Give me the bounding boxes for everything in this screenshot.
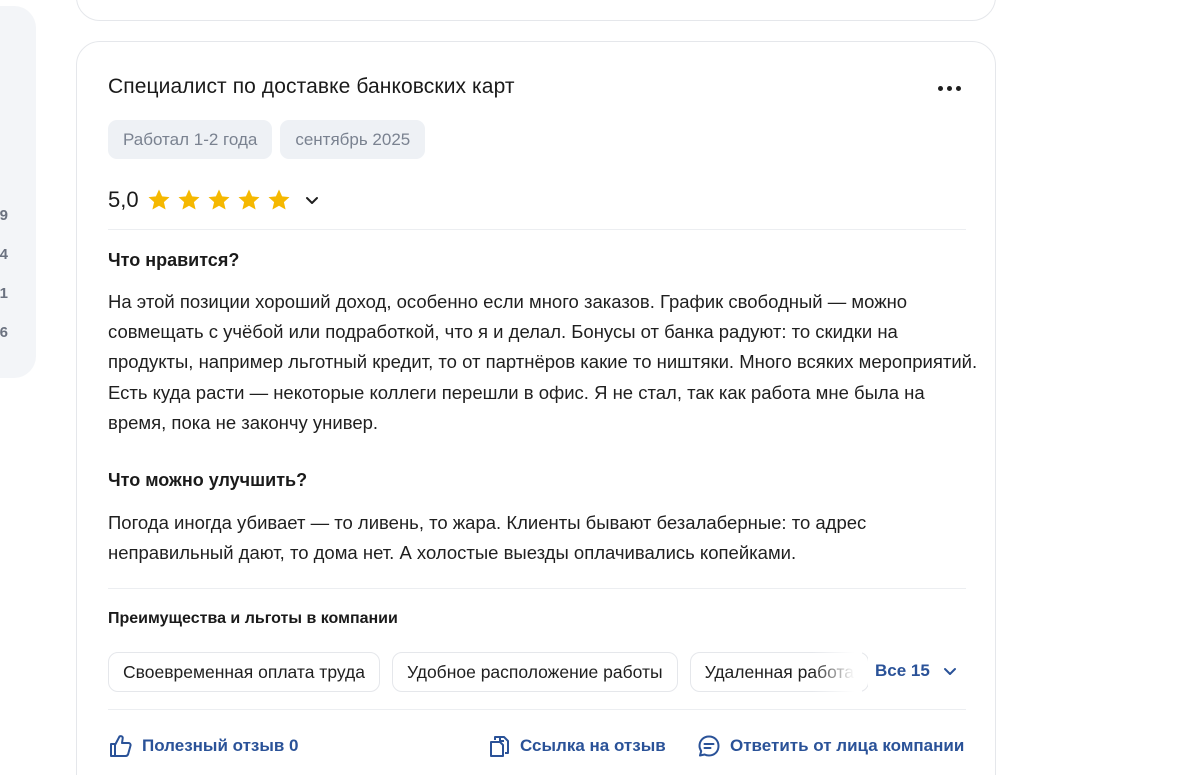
benefit-chip[interactable]: Своевременная оплата труда bbox=[108, 652, 380, 692]
review-tags: Работал 1-2 года сентябрь 2025 bbox=[108, 120, 426, 159]
improve-heading: Что можно улучшить? bbox=[108, 470, 308, 490]
divider bbox=[108, 709, 966, 710]
star-icon bbox=[208, 189, 230, 210]
star-icon bbox=[238, 189, 260, 210]
sidebar-card bbox=[0, 6, 36, 378]
likes-text: На этой позиции хороший доход, особенно … bbox=[108, 291, 978, 433]
reply-as-company-button[interactable]: Ответить от лица компании bbox=[696, 733, 964, 759]
sidebar-count: 4 bbox=[0, 246, 8, 263]
sidebar-count: 6 bbox=[0, 324, 8, 341]
tag-work-duration: Работал 1-2 года bbox=[108, 120, 273, 159]
sidebar-count: 9 bbox=[0, 207, 8, 224]
helpful-review-button[interactable]: Полезный отзыв 0 bbox=[108, 733, 299, 759]
review-card: Специалист по доставке банковских карт Р… bbox=[76, 41, 996, 775]
star-icon bbox=[268, 189, 290, 210]
benefit-chip[interactable]: Удобное расположение работы bbox=[391, 652, 678, 692]
benefits-list: Своевременная оплата труда Удобное распо… bbox=[108, 652, 868, 692]
more-dot-icon bbox=[937, 85, 943, 91]
review-actions: Полезный отзыв 0 Ссылка на отзыв Ответит… bbox=[108, 733, 968, 761]
sidebar-count: 1 bbox=[0, 285, 8, 302]
expand-rating-chevron-icon[interactable] bbox=[303, 191, 321, 209]
rating-value: 5,0 bbox=[108, 187, 139, 212]
review-link-button[interactable]: Ссылка на отзыв bbox=[486, 733, 666, 759]
improve-text: Погода иногда убивает — то ливень, то жа… bbox=[108, 512, 867, 564]
review-link-label: Ссылка на отзыв bbox=[520, 736, 666, 755]
copy-icon bbox=[490, 736, 509, 757]
tag-review-date: сентябрь 2025 bbox=[280, 120, 426, 159]
chat-bubble-icon bbox=[698, 735, 720, 757]
show-all-benefits-label: Все 15 bbox=[875, 661, 930, 680]
helpful-review-label: Полезный отзыв 0 bbox=[142, 736, 299, 755]
more-dot-icon bbox=[955, 85, 961, 91]
star-icon bbox=[148, 189, 170, 210]
previous-review-card bbox=[76, 0, 996, 21]
thumbs-up-icon bbox=[110, 735, 132, 757]
divider bbox=[108, 588, 966, 589]
chevron-down-icon bbox=[943, 668, 956, 675]
star-icon bbox=[178, 189, 200, 210]
more-dot-icon bbox=[946, 85, 952, 91]
divider bbox=[108, 229, 966, 230]
rating-stars bbox=[147, 188, 291, 212]
reply-as-company-label: Ответить от лица компании bbox=[730, 736, 965, 755]
show-all-benefits-button[interactable]: Все 15 bbox=[875, 661, 958, 681]
review-title: Специалист по доставке банковских карт bbox=[108, 75, 515, 98]
page: 9 4 1 6 Специалист по доставке банковски… bbox=[0, 0, 1203, 775]
more-options-button[interactable] bbox=[929, 76, 969, 100]
benefits-heading: Преимущества и льготы в компании bbox=[108, 610, 398, 627]
likes-heading: Что нравится? bbox=[108, 250, 240, 270]
rating-row: 5,0 bbox=[108, 187, 321, 213]
benefits-fade bbox=[812, 652, 862, 692]
